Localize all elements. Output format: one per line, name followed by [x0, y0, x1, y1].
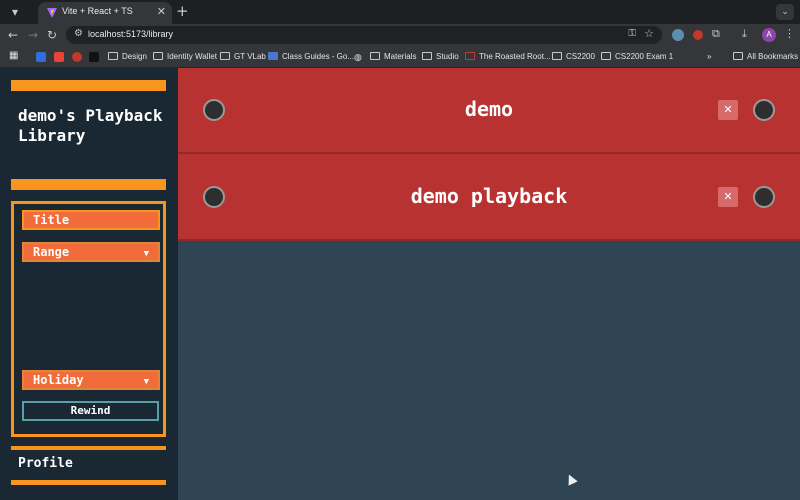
holiday-select[interactable]: Holiday ▼ — [22, 370, 160, 390]
tab-search-icon[interactable]: ▾ — [8, 5, 22, 19]
reload-icon[interactable]: ↻ — [47, 27, 57, 43]
docs-icon — [268, 52, 278, 60]
back-arrow-icon[interactable]: ← — [8, 27, 18, 43]
folder-icon — [601, 52, 611, 60]
playback-card[interactable]: demo ✕ — [178, 68, 800, 154]
folder-icon — [552, 52, 562, 60]
bookmark-class-guides[interactable]: Class Guides - Go... — [268, 51, 354, 63]
bookmark-identity-wallet[interactable]: Identity Wallet — [153, 51, 217, 63]
password-key-icon[interactable]: ⚿ — [628, 28, 636, 39]
bookmarks-bar: ▦ Design Identity Wallet GT VLab Class G… — [0, 46, 800, 68]
close-x-icon: ✕ — [723, 103, 733, 116]
bookmark-cs2200[interactable]: CS2200 — [552, 51, 595, 63]
download-icon[interactable]: ⤓ — [742, 27, 747, 41]
globe-icon[interactable]: ◍ — [354, 51, 362, 63]
tab-list-chevron-icon[interactable]: ⌄ — [776, 4, 794, 20]
playback-card[interactable]: demo playback ✕ — [178, 154, 800, 241]
app-root: demo's Playback Library Title Range ▼ Ho… — [0, 68, 800, 500]
folder-icon — [153, 52, 163, 60]
holiday-select-label: Holiday — [33, 373, 84, 387]
library-sidebar: demo's Playback Library Title Range ▼ Ho… — [0, 68, 178, 500]
bookmark-design[interactable]: Design — [108, 51, 147, 63]
delete-playback-button[interactable]: ✕ — [718, 100, 738, 120]
screw-knob-icon — [753, 99, 775, 121]
browser-tab-bar: ▾ Vite + React + TS ✕ + ⌄ — [0, 0, 800, 24]
roasted-root-icon — [465, 52, 475, 60]
amazon-icon[interactable] — [89, 52, 99, 62]
rewind-button[interactable]: Rewind — [22, 401, 159, 421]
browser-toolbar: ← → ↻ ⚙ localhost:5173/library ⚿ ☆ ⧉ ⤓ A… — [0, 24, 800, 46]
vlab-icon — [220, 52, 230, 60]
title-input[interactable]: Title — [22, 210, 160, 230]
profile-top-bar — [11, 446, 166, 450]
extension-icon[interactable] — [672, 29, 684, 41]
range-select[interactable]: Range ▼ — [22, 242, 160, 262]
title-input-value: Title — [33, 213, 70, 227]
extension-record-icon[interactable] — [693, 30, 703, 40]
address-url: localhost:5173/library — [88, 29, 174, 39]
filter-panel: Title Range ▼ Holiday ▼ Rewind — [11, 201, 166, 437]
browser-tab[interactable]: Vite + React + TS ✕ — [38, 2, 172, 24]
close-x-icon: ✕ — [723, 189, 733, 203]
new-tab-icon[interactable]: + — [176, 3, 189, 19]
bookmark-red-icon[interactable] — [72, 52, 82, 62]
profile-bottom-bar — [11, 480, 166, 485]
profile-avatar[interactable]: A — [762, 28, 776, 42]
browser-menu-icon[interactable]: ⋮ — [784, 27, 795, 40]
forward-arrow-icon[interactable]: → — [28, 27, 38, 43]
delete-playback-button[interactable]: ✕ — [718, 186, 738, 207]
bookmark-materials[interactable]: Materials — [370, 51, 416, 63]
bookmark-cs2200-exam[interactable]: CS2200 Exam 1 — [601, 51, 673, 63]
address-bar[interactable]: ⚙ localhost:5173/library ⚿ ☆ — [66, 26, 662, 44]
all-bookmarks[interactable]: All Bookmarks — [733, 51, 798, 63]
bookmark-roasted-root[interactable]: The Roasted Root... — [465, 51, 551, 63]
materials-icon — [370, 52, 380, 60]
tab-close-icon[interactable]: ✕ — [157, 5, 166, 18]
screw-knob-icon — [753, 185, 775, 208]
profile-link[interactable]: Profile — [18, 456, 73, 471]
gmail-icon[interactable] — [54, 52, 64, 62]
playback-title: demo — [464, 97, 514, 121]
bookmark-gt-vlab[interactable]: GT VLab — [220, 51, 266, 63]
tab-title: Vite + React + TS — [62, 6, 133, 16]
site-info-icon[interactable]: ⚙ — [74, 28, 83, 39]
title-accent-bar — [11, 179, 166, 190]
bookmark-star-icon[interactable]: ☆ — [644, 27, 654, 40]
top-accent-bar — [11, 80, 166, 91]
dropdown-arrow-icon: ▼ — [143, 377, 149, 387]
folder-icon — [422, 52, 432, 60]
playback-list: demo ✕ demo playback ✕ — [178, 68, 800, 500]
extensions-puzzle-icon[interactable]: ⧉ — [712, 27, 720, 41]
playback-title: demo playback — [410, 184, 568, 208]
apps-grid-icon[interactable]: ▦ — [9, 50, 18, 62]
bookmarks-overflow-icon[interactable]: » — [707, 51, 711, 63]
range-select-label: Range — [33, 245, 70, 259]
dropdown-arrow-icon: ▼ — [143, 249, 149, 259]
vite-favicon-icon — [47, 8, 57, 18]
outlook-icon[interactable] — [36, 52, 46, 62]
library-title: demo's Playback Library — [18, 106, 163, 145]
bookmark-studio[interactable]: Studio — [422, 51, 459, 63]
folder-icon — [108, 52, 118, 60]
folder-icon — [733, 52, 743, 60]
